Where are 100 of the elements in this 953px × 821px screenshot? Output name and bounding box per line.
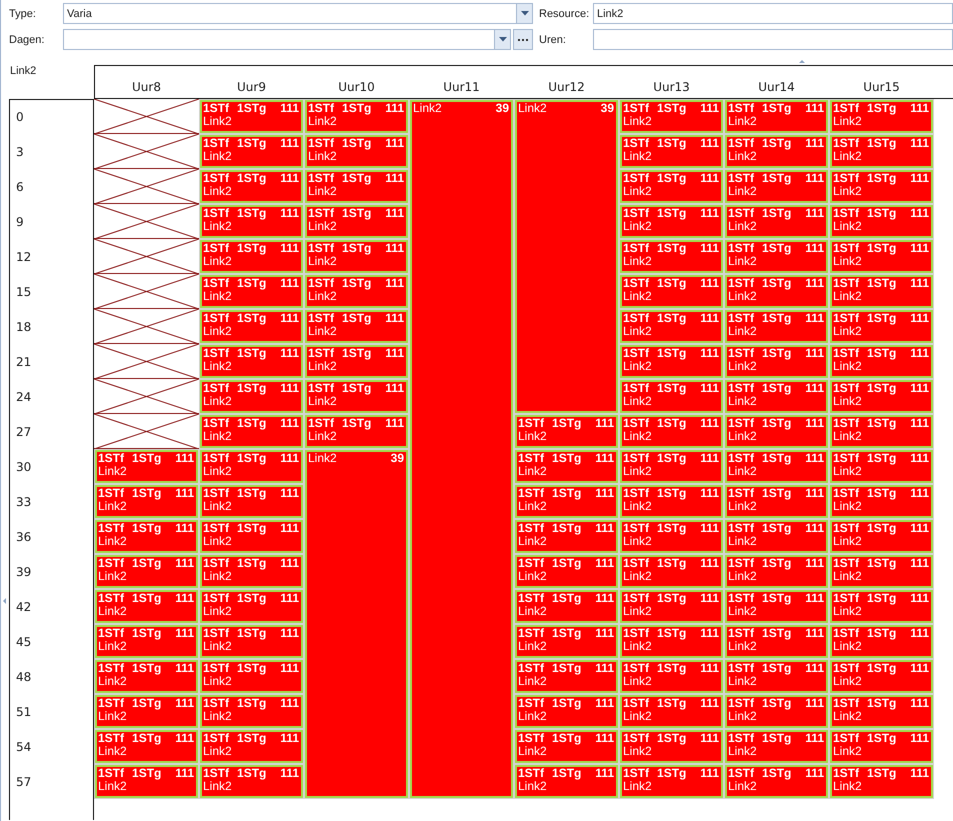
appointment-block[interactable]: 1STf 1STg 111 Link2	[620, 415, 723, 448]
appointment-block[interactable]: 1STf 1STg 111 Link2	[95, 765, 198, 798]
appointment-block[interactable]: 1STf 1STg 111 Link2	[830, 100, 933, 133]
appointment-block[interactable]: 1STf 1STg 111 Link2	[305, 275, 408, 308]
appointment-block[interactable]: 1STf 1STg 111 Link2	[200, 765, 303, 798]
appointment-block[interactable]: 1STf 1STg 111 Link2	[200, 730, 303, 763]
appointment-block[interactable]: 1STf 1STg 111 Link2	[515, 730, 618, 763]
appointment-block[interactable]: 1STf 1STg 111 Link2	[830, 310, 933, 343]
appointment-block[interactable]: Link2 39	[410, 100, 513, 798]
appointment-block[interactable]: 1STf 1STg 111 Link2	[515, 415, 618, 448]
appointment-block[interactable]: 1STf 1STg 111 Link2	[515, 485, 618, 518]
appointment-block[interactable]: 1STf 1STg 111 Link2	[725, 730, 828, 763]
appointment-block[interactable]: 1STf 1STg 111 Link2	[200, 240, 303, 273]
appointment-block[interactable]: 1STf 1STg 111 Link2	[620, 345, 723, 378]
appointment-block[interactable]: 1STf 1STg 111 Link2	[725, 450, 828, 483]
appointment-block[interactable]: 1STf 1STg 111 Link2	[200, 310, 303, 343]
appointment-block[interactable]: 1STf 1STg 111 Link2	[515, 555, 618, 588]
appointment-block[interactable]: 1STf 1STg 111 Link2	[200, 415, 303, 448]
appointment-block[interactable]: 1STf 1STg 111 Link2	[305, 310, 408, 343]
appointment-block[interactable]: 1STf 1STg 111 Link2	[305, 135, 408, 168]
appointment-block[interactable]: 1STf 1STg 111 Link2	[200, 345, 303, 378]
appointment-block[interactable]: 1STf 1STg 111 Link2	[830, 380, 933, 413]
appointment-block[interactable]: 1STf 1STg 111 Link2	[305, 205, 408, 238]
appointment-block[interactable]: 1STf 1STg 111 Link2	[620, 695, 723, 728]
appointment-block[interactable]: 1STf 1STg 111 Link2	[830, 170, 933, 203]
appointment-block[interactable]: 1STf 1STg 111 Link2	[620, 625, 723, 658]
appointment-block[interactable]: 1STf 1STg 111 Link2	[725, 660, 828, 693]
appointment-block[interactable]: 1STf 1STg 111 Link2	[725, 520, 828, 553]
appointment-block[interactable]: 1STf 1STg 111 Link2	[305, 100, 408, 133]
appointment-block[interactable]: 1STf 1STg 111 Link2	[305, 345, 408, 378]
appointment-block[interactable]: 1STf 1STg 111 Link2	[725, 485, 828, 518]
resource-field[interactable]: Link2	[593, 3, 953, 24]
appointment-block[interactable]: 1STf 1STg 111 Link2	[725, 135, 828, 168]
appointment-block[interactable]: 1STf 1STg 111 Link2	[830, 765, 933, 798]
appointment-block[interactable]: 1STf 1STg 111 Link2	[830, 590, 933, 623]
appointment-block[interactable]: 1STf 1STg 111 Link2	[830, 625, 933, 658]
appointment-block[interactable]: 1STf 1STg 111 Link2	[725, 765, 828, 798]
dropdown-button[interactable]	[516, 3, 533, 24]
appointment-block[interactable]: 1STf 1STg 111 Link2	[830, 345, 933, 378]
appointment-block[interactable]: 1STf 1STg 111 Link2	[515, 450, 618, 483]
appointment-block[interactable]: 1STf 1STg 111 Link2	[515, 520, 618, 553]
appointment-block[interactable]: 1STf 1STg 111 Link2	[200, 520, 303, 553]
appointment-block[interactable]: 1STf 1STg 111 Link2	[620, 205, 723, 238]
appointment-block[interactable]: 1STf 1STg 111 Link2	[830, 485, 933, 518]
appointment-block[interactable]: 1STf 1STg 111 Link2	[95, 555, 198, 588]
appointment-block[interactable]: 1STf 1STg 111 Link2	[305, 170, 408, 203]
appointment-block[interactable]: 1STf 1STg 111 Link2	[830, 660, 933, 693]
appointment-block[interactable]: 1STf 1STg 111 Link2	[620, 520, 723, 553]
appointment-block[interactable]: 1STf 1STg 111 Link2	[200, 555, 303, 588]
appointment-block[interactable]: 1STf 1STg 111 Link2	[725, 415, 828, 448]
appointment-block[interactable]: 1STf 1STg 111 Link2	[200, 590, 303, 623]
appointment-block[interactable]: 1STf 1STg 111 Link2	[95, 485, 198, 518]
appointment-block[interactable]: 1STf 1STg 111 Link2	[200, 450, 303, 483]
hours-field[interactable]	[593, 29, 953, 50]
appointment-block[interactable]: 1STf 1STg 111 Link2	[725, 345, 828, 378]
appointment-block[interactable]: 1STf 1STg 111 Link2	[830, 205, 933, 238]
appointment-block[interactable]: 1STf 1STg 111 Link2	[830, 555, 933, 588]
appointment-block[interactable]: 1STf 1STg 111 Link2	[200, 170, 303, 203]
appointment-block[interactable]: 1STf 1STg 111 Link2	[95, 660, 198, 693]
appointment-block[interactable]: 1STf 1STg 111 Link2	[200, 100, 303, 133]
appointment-block[interactable]: 1STf 1STg 111 Link2	[620, 380, 723, 413]
appointment-block[interactable]: 1STf 1STg 111 Link2	[95, 450, 198, 483]
appointment-block[interactable]: 1STf 1STg 111 Link2	[725, 695, 828, 728]
appointment-block[interactable]: 1STf 1STg 111 Link2	[515, 625, 618, 658]
appointment-block[interactable]: 1STf 1STg 111 Link2	[200, 660, 303, 693]
appointment-block[interactable]: 1STf 1STg 111 Link2	[725, 310, 828, 343]
appointment-block[interactable]: 1STf 1STg 111 Link2	[620, 170, 723, 203]
appointment-block[interactable]: 1STf 1STg 111 Link2	[725, 275, 828, 308]
appointment-block[interactable]: 1STf 1STg 111 Link2	[830, 240, 933, 273]
appointment-block[interactable]: 1STf 1STg 111 Link2	[620, 590, 723, 623]
appointment-block[interactable]: 1STf 1STg 111 Link2	[515, 660, 618, 693]
appointment-block[interactable]: 1STf 1STg 111 Link2	[200, 485, 303, 518]
collapse-arrow-icon[interactable]	[799, 60, 805, 63]
appointment-block[interactable]: 1STf 1STg 111 Link2	[200, 695, 303, 728]
appointment-block[interactable]: 1STf 1STg 111 Link2	[725, 170, 828, 203]
appointment-block[interactable]: 1STf 1STg 111 Link2	[305, 380, 408, 413]
appointment-block[interactable]: 1STf 1STg 111 Link2	[200, 625, 303, 658]
appointment-block[interactable]: 1STf 1STg 111 Link2	[200, 380, 303, 413]
appointment-block[interactable]: 1STf 1STg 111 Link2	[620, 310, 723, 343]
appointment-block[interactable]: 1STf 1STg 111 Link2	[830, 275, 933, 308]
appointment-block[interactable]: 1STf 1STg 111 Link2	[200, 135, 303, 168]
splitter-arrow-icon[interactable]	[3, 598, 6, 604]
appointment-block[interactable]: 1STf 1STg 111 Link2	[620, 485, 723, 518]
appointment-block[interactable]: 1STf 1STg 111 Link2	[725, 100, 828, 133]
appointment-block[interactable]: 1STf 1STg 111 Link2	[305, 240, 408, 273]
appointment-block[interactable]: 1STf 1STg 111 Link2	[725, 625, 828, 658]
appointment-block[interactable]: 1STf 1STg 111 Link2	[725, 555, 828, 588]
appointment-block[interactable]: 1STf 1STg 111 Link2	[830, 730, 933, 763]
appointment-block[interactable]: 1STf 1STg 111 Link2	[830, 450, 933, 483]
appointment-block[interactable]: 1STf 1STg 111 Link2	[620, 100, 723, 133]
appointment-block[interactable]: 1STf 1STg 111 Link2	[830, 520, 933, 553]
appointment-block[interactable]: 1STf 1STg 111 Link2	[620, 240, 723, 273]
appointment-block[interactable]: 1STf 1STg 111 Link2	[620, 135, 723, 168]
appointment-block[interactable]: Link2 39	[515, 100, 618, 413]
browse-button[interactable]	[513, 29, 533, 50]
appointment-block[interactable]: 1STf 1STg 111 Link2	[620, 765, 723, 798]
appointment-block[interactable]: 1STf 1STg 111 Link2	[200, 275, 303, 308]
appointment-block[interactable]: 1STf 1STg 111 Link2	[620, 660, 723, 693]
appointment-block[interactable]: 1STf 1STg 111 Link2	[515, 590, 618, 623]
appointment-block[interactable]: 1STf 1STg 111 Link2	[725, 380, 828, 413]
